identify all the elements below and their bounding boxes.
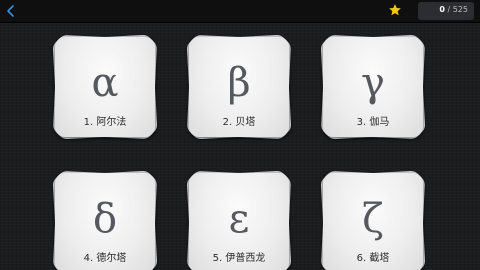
card-label: 1. 阿尔法 [83, 117, 127, 128]
score-text: 0 / 525 [439, 5, 468, 14]
level-card-2[interactable]: β 2. 贝塔 [186, 34, 292, 140]
card-face: δ 4. 德尔塔 [55, 173, 155, 270]
card-label: 2. 贝塔 [222, 117, 256, 128]
card-glyph: α [91, 60, 119, 106]
card-glyph: δ [92, 196, 118, 242]
card-face: γ 3. 伽马 [323, 37, 423, 137]
card-label: 3. 伽马 [356, 117, 390, 128]
level-card-1[interactable]: α 1. 阿尔法 [52, 34, 158, 140]
card-face: β 2. 贝塔 [189, 37, 289, 137]
top-bar: 0 / 525 [0, 0, 480, 23]
card-label: 5. 伊普西龙 [212, 253, 266, 264]
card-label: 6. 截塔 [356, 253, 390, 264]
score-total: 525 [452, 5, 468, 14]
level-card-6[interactable]: ζ 6. 截塔 [320, 170, 426, 270]
card-glyph: ζ [362, 196, 384, 242]
card-glyph: ε [228, 196, 250, 242]
level-card-3[interactable]: γ 3. 伽马 [320, 34, 426, 140]
chevron-left-icon [7, 5, 14, 17]
level-select-screen: 0 / 525 α 1. 阿尔法 β 2. 贝塔 γ 3. 伽马 δ 4. 德尔… [0, 0, 480, 270]
star-icon [389, 4, 401, 16]
score-counter: 0 / 525 [389, 2, 474, 20]
level-card-5[interactable]: ε 5. 伊普西龙 [186, 170, 292, 270]
card-label: 4. 德尔塔 [83, 253, 127, 264]
card-face: ζ 6. 截塔 [323, 173, 423, 270]
level-card-4[interactable]: δ 4. 德尔塔 [52, 170, 158, 270]
score-separator: / [444, 5, 453, 14]
card-glyph: β [227, 60, 251, 106]
card-face: α 1. 阿尔法 [55, 37, 155, 137]
card-face: ε 5. 伊普西龙 [189, 173, 289, 270]
back-button[interactable] [3, 3, 19, 19]
card-glyph: γ [361, 60, 385, 106]
